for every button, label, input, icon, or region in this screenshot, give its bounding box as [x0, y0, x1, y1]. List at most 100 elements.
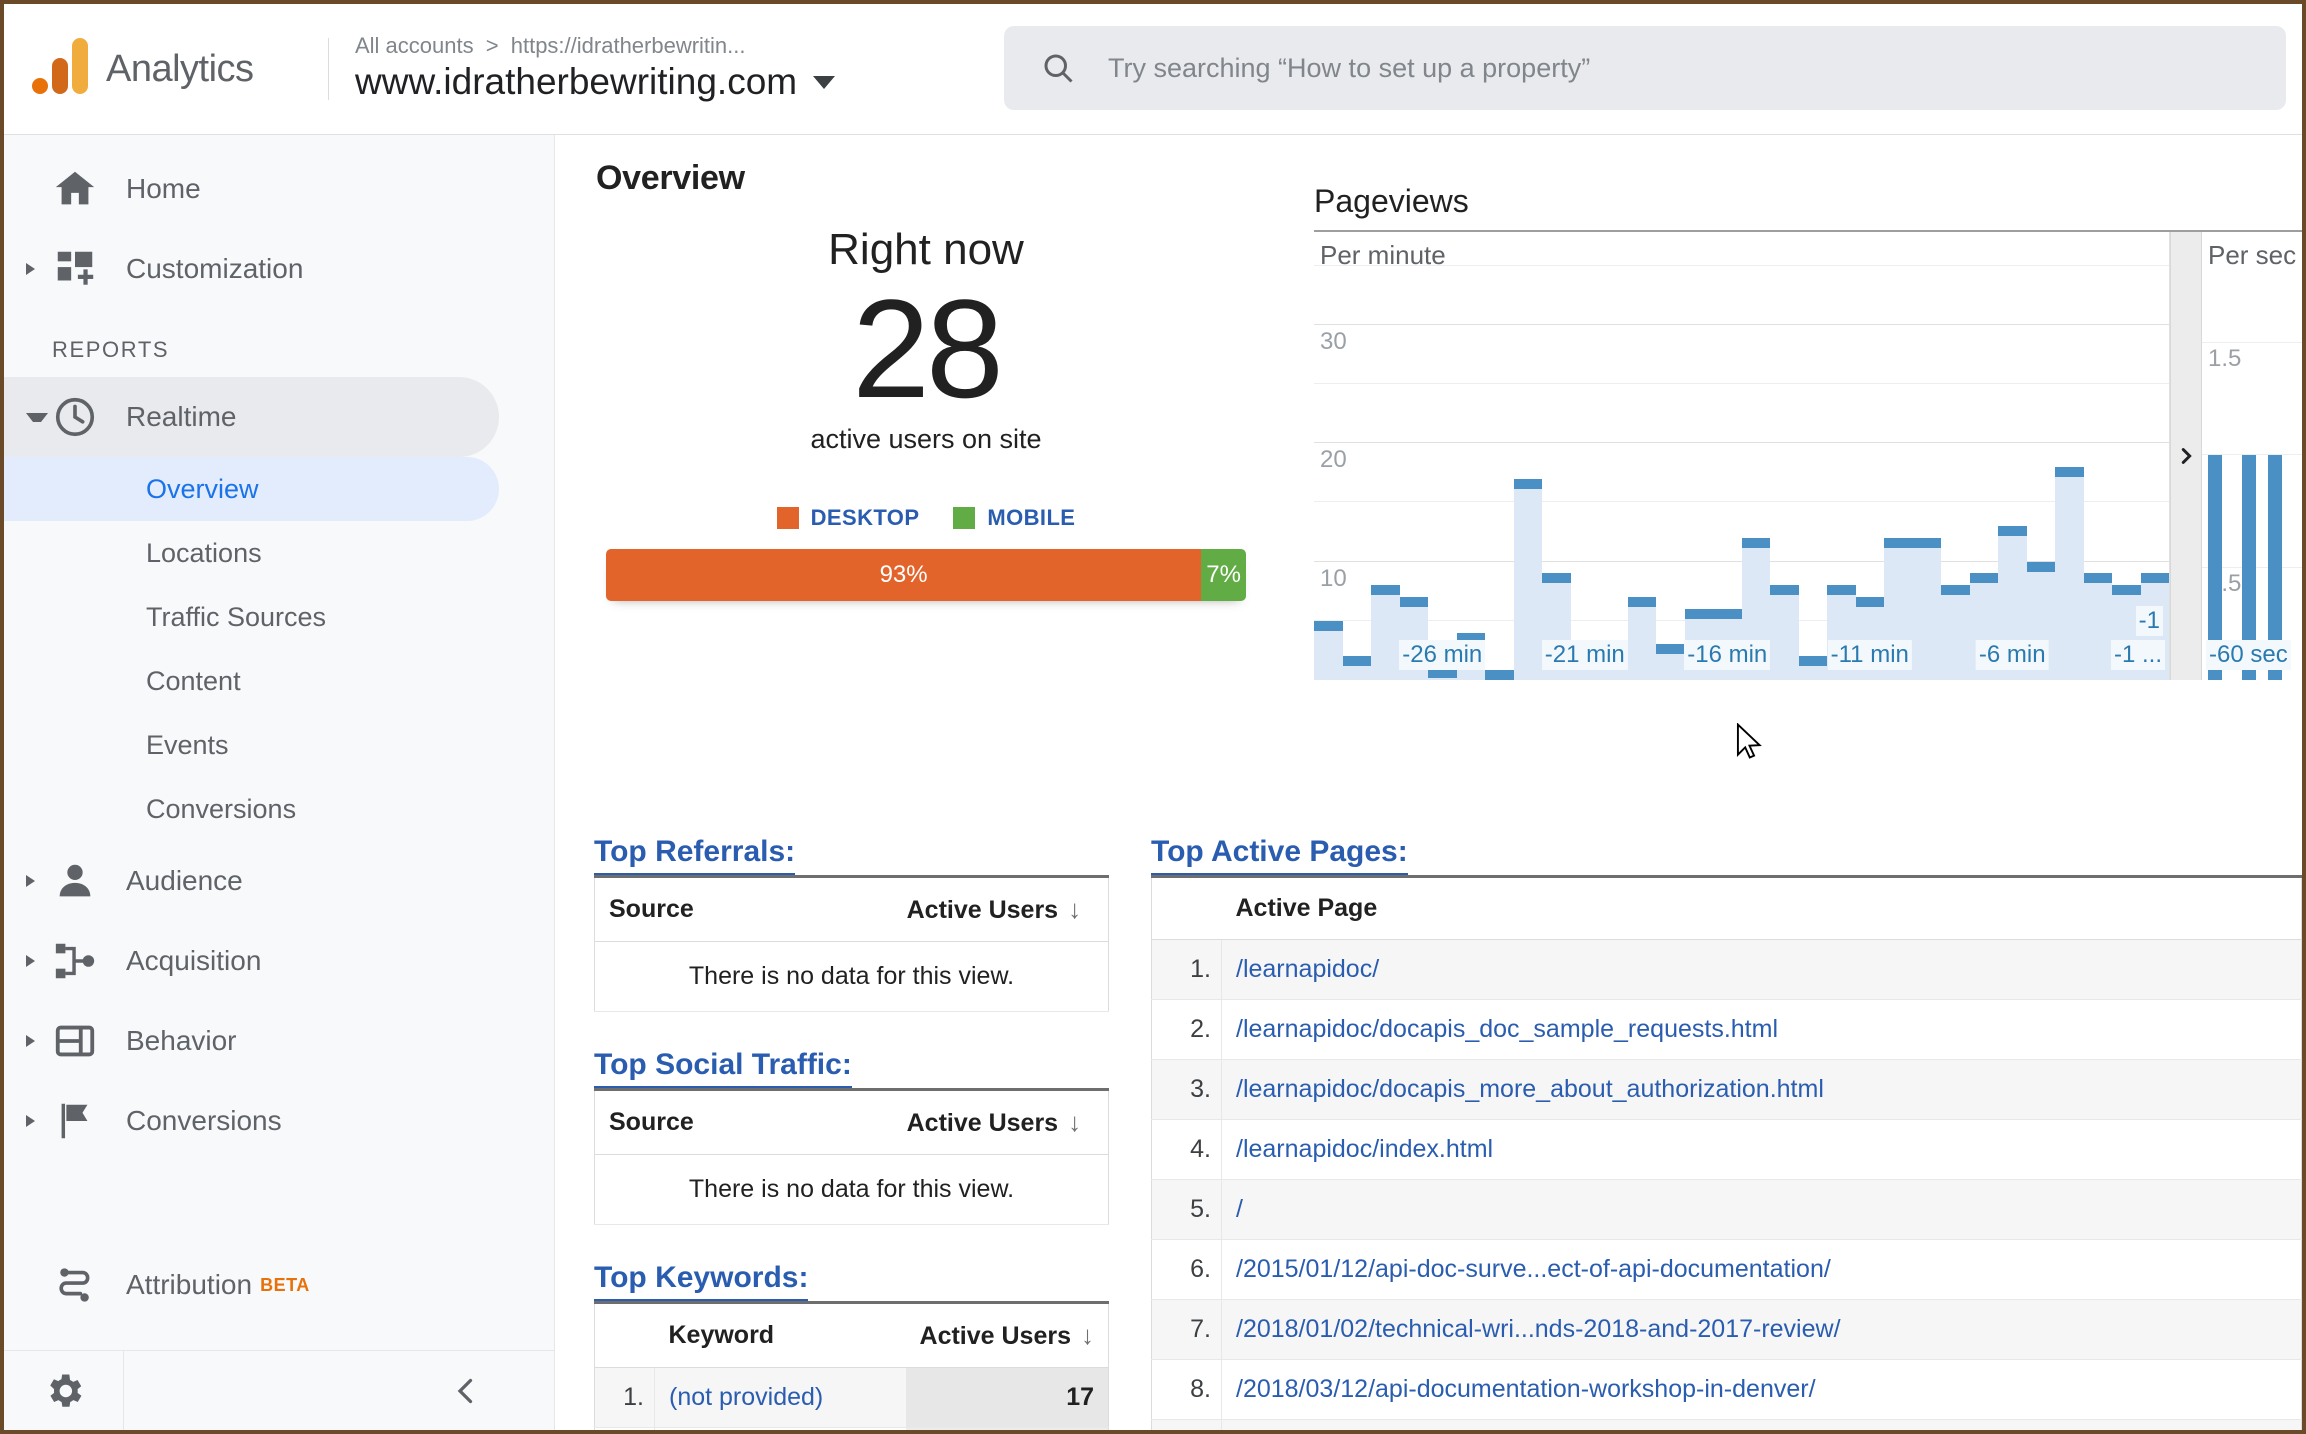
chevron-right-icon[interactable] — [26, 1115, 48, 1127]
column-active-users[interactable]: Active Users ↓ — [892, 876, 1109, 942]
sidebar-item-realtime-events[interactable]: Events — [4, 713, 499, 777]
chart-bar[interactable] — [1884, 232, 1913, 680]
property-title-row[interactable]: www.idratherbewriting.com — [355, 59, 995, 105]
chevron-right-icon[interactable] — [26, 875, 48, 887]
active-page-cell[interactable]: /learnapidoc/index.html — [1221, 1119, 2302, 1180]
chart-bar[interactable] — [1855, 232, 1884, 680]
legend-item-mobile[interactable]: MOBILE — [953, 505, 1075, 531]
active-page-cell[interactable]: /learnapidoc/ — [1221, 939, 2302, 1000]
collapse-sidebar-button[interactable] — [124, 1351, 554, 1430]
table-row[interactable]: 3./learnapidoc/docapis_more_about_author… — [1151, 1059, 2302, 1120]
chart-bar[interactable] — [2083, 232, 2112, 680]
sidebar-item-behavior[interactable]: Behavior — [4, 1001, 499, 1081]
bar-cap — [2026, 561, 2055, 572]
chart-bar[interactable] — [1798, 232, 1827, 680]
keyword-cell[interactable]: (not provided) — [654, 1367, 906, 1428]
table-row[interactable]: 2./learnapidoc/docapis_doc_sample_reques… — [1151, 999, 2302, 1060]
table-row[interactable]: 8./2018/03/12/api-documentation-workshop… — [1151, 1359, 2302, 1420]
table-row[interactable]: 1./learnapidoc/ — [1151, 939, 2302, 1000]
table-row[interactable]: 9./blog/reflections-on-site-analytics-fo… — [1151, 1419, 2302, 1430]
table-row[interactable]: 5. / — [1151, 1179, 2302, 1240]
chart-bar[interactable] — [1713, 232, 1742, 680]
chart-bar[interactable] — [1969, 232, 1998, 680]
device-segment-mobile[interactable]: 7% — [1201, 549, 1246, 601]
keyword-cell[interactable]: api authentication and — [654, 1427, 906, 1430]
chart-bar[interactable] — [1684, 232, 1713, 680]
chart-bar[interactable] — [2055, 232, 2084, 680]
device-segment-desktop[interactable]: 93% — [606, 549, 1202, 601]
active-page-cell[interactable]: /2018/01/02/technical-wri...nds-2018-and… — [1221, 1299, 2302, 1360]
table-row[interactable]: 1. (not provided) 17 — [594, 1367, 1109, 1428]
column-active-users[interactable]: Active Users ↓ — [905, 1302, 1109, 1368]
table-row[interactable]: 4./learnapidoc/index.html — [1151, 1119, 2302, 1180]
sidebar-item-acquisition[interactable]: Acquisition — [4, 921, 499, 1001]
chart-bar[interactable] — [1456, 232, 1485, 680]
sidebar-item-conversions[interactable]: Conversions — [4, 1081, 499, 1161]
chart-bar[interactable] — [1998, 232, 2027, 680]
chart-bar[interactable] — [1485, 232, 1514, 680]
active-page-cell[interactable]: /2018/03/12/api-documentation-workshop-i… — [1221, 1359, 2302, 1420]
active-page-cell[interactable]: /2015/01/12/api-doc-surve...ect-of-api-d… — [1221, 1239, 2302, 1300]
active-page-cell[interactable]: / — [1221, 1179, 2302, 1240]
sidebar-item-realtime[interactable]: Realtime — [4, 377, 499, 457]
sidebar-item-attribution[interactable]: Attribution BETA — [4, 1245, 499, 1325]
table-row[interactable]: 2.api authentication and1 — [594, 1427, 1109, 1430]
active-page-cell[interactable]: /learnapidoc/docapis_doc_sample_requests… — [1221, 999, 2302, 1060]
chart-bar[interactable] — [1314, 232, 1343, 680]
chevron-down-icon[interactable] — [26, 412, 48, 422]
legend-item-desktop[interactable]: DESKTOP — [776, 505, 920, 531]
arrow-down-icon[interactable]: ↓ — [1068, 894, 1081, 925]
breadcrumb-property[interactable]: https://idratherbewritin... — [511, 33, 746, 58]
sidebar-item-realtime-conversions[interactable]: Conversions — [4, 777, 499, 841]
sidebar-item-customization[interactable]: Customization — [4, 229, 499, 309]
brand-area[interactable]: Analytics — [4, 38, 324, 100]
chart-bar[interactable] — [1513, 232, 1542, 680]
column-active-page[interactable]: Active Page — [1221, 876, 2302, 940]
row-index: 1. — [1151, 939, 1222, 1000]
chart-bar[interactable] — [1770, 232, 1799, 680]
column-source[interactable]: Source — [594, 1089, 893, 1155]
chart-bar[interactable] — [1599, 232, 1628, 680]
search-input[interactable] — [1108, 52, 2230, 84]
chart-bar[interactable] — [1342, 232, 1371, 680]
account-selector[interactable]: All accounts > https://idratherbewritin.… — [355, 33, 995, 106]
chart-expand-handle[interactable] — [2170, 232, 2202, 680]
sidebar-item-realtime-overview[interactable]: Overview — [4, 457, 499, 521]
arrow-down-icon[interactable]: ↓ — [1068, 1107, 1081, 1138]
sidebar-item-realtime-traffic-sources[interactable]: Traffic Sources — [4, 585, 499, 649]
table-row[interactable]: 6./2015/01/12/api-doc-surve...ect-of-api… — [1151, 1239, 2302, 1300]
settings-button[interactable] — [4, 1351, 124, 1430]
chart-bar[interactable] — [1827, 232, 1856, 680]
chart-bar[interactable] — [1627, 232, 1656, 680]
chart-bar[interactable] — [1570, 232, 1599, 680]
chart-bar[interactable] — [1371, 232, 1400, 680]
pageviews-title: Pageviews — [1314, 183, 1469, 219]
chart-bar[interactable] — [1428, 232, 1457, 680]
chevron-right-icon[interactable] — [26, 263, 48, 275]
chart-bar[interactable] — [1399, 232, 1428, 680]
sidebar-item-realtime-content[interactable]: Content — [4, 649, 499, 713]
chart-bar[interactable] — [2026, 232, 2055, 680]
active-page-cell[interactable]: /learnapidoc/docapis_more_about_authoriz… — [1221, 1059, 2302, 1120]
chevron-right-icon[interactable] — [26, 1035, 48, 1047]
search-bar[interactable] — [1004, 26, 2286, 110]
sidebar-item-home[interactable]: Home — [4, 149, 499, 229]
pageviews-per-minute-chart[interactable]: Per minute 10 20 30 -26 min -21 min -16 min -1… — [1314, 232, 2170, 680]
chart-bar[interactable] — [1912, 232, 1941, 680]
chevron-down-icon[interactable] — [813, 75, 836, 89]
chevron-right-icon[interactable] — [26, 955, 48, 967]
sidebar-item-audience[interactable]: Audience — [4, 841, 499, 921]
sidebar-item-realtime-locations[interactable]: Locations — [4, 521, 499, 585]
pageviews-per-second-chart[interactable]: Per sec 0.511.5-60 sec — [2202, 232, 2302, 680]
arrow-down-icon[interactable]: ↓ — [1081, 1320, 1094, 1351]
chart-bar[interactable] — [1656, 232, 1685, 680]
breadcrumb-account[interactable]: All accounts — [355, 33, 474, 58]
table-row[interactable]: 7./2018/01/02/technical-wri...nds-2018-a… — [1151, 1299, 2302, 1360]
chart-bar[interactable] — [1941, 232, 1970, 680]
column-active-users[interactable]: Active Users ↓ — [892, 1089, 1109, 1155]
chart-bar[interactable] — [1542, 232, 1571, 680]
chart-bar[interactable] — [1741, 232, 1770, 680]
column-source[interactable]: Source — [594, 876, 893, 942]
column-keyword[interactable]: Keyword — [654, 1302, 906, 1368]
active-page-cell[interactable]: /blog/reflections-on-site-analytics-for-… — [1221, 1419, 2302, 1430]
